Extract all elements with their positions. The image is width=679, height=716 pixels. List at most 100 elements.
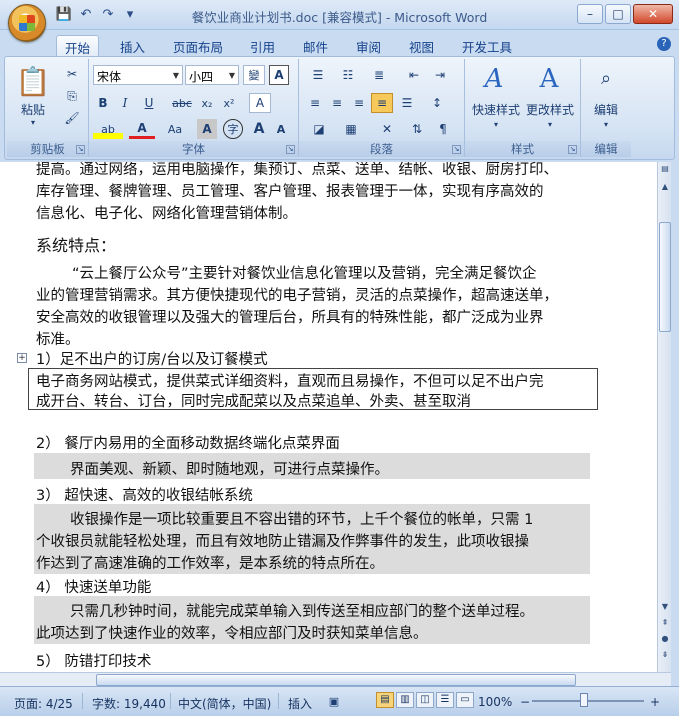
clipboard-launcher-icon[interactable]: ↘ [76,145,85,154]
section-heading: 系统特点： [36,236,117,255]
show-marks-icon[interactable]: ¶ [433,119,453,139]
quick-styles-icon[interactable]: A [479,63,509,95]
tab-page-layout[interactable]: 页面布局 [165,35,231,56]
multilevel-list-icon[interactable]: ≣ [365,65,393,85]
strikethrough-button[interactable]: abc [169,93,195,113]
chevron-down-icon[interactable]: ▾ [601,119,611,129]
help-icon[interactable]: ? [657,37,671,51]
change-styles-button[interactable]: 更改样式 [521,101,579,118]
minimize-button[interactable]: – [577,4,603,24]
tab-references[interactable]: 引用 [242,35,283,56]
maximize-button[interactable]: □ [605,4,631,24]
bold-button[interactable]: B [93,93,113,113]
list-item: 2） 餐厅内易用的全面移动数据终端化点菜界面 [36,436,340,452]
next-page-icon[interactable]: ⇟ [659,650,671,664]
copy-icon[interactable]: ⎘ [63,87,81,105]
scroll-up-icon[interactable]: ▲ [659,182,671,196]
numbering-icon[interactable]: ☷ [335,65,361,85]
insert-mode-indicator[interactable]: 插入 [288,695,312,712]
align-center-icon[interactable]: ≡ [327,93,347,113]
web-layout-icon[interactable]: ◫ [416,692,434,708]
zoom-in-button[interactable]: + [650,695,660,709]
tab-developer[interactable]: 开发工具 [454,35,520,56]
word-count[interactable]: 字数: 19,440 [92,695,166,712]
enclose-characters-button[interactable]: 字 [223,119,243,139]
distributed-icon[interactable]: ☰ [397,93,417,113]
char-border-button[interactable]: A [269,65,289,85]
asian-layout-icon[interactable]: ✕ [373,119,401,139]
paragraph-launcher-icon[interactable]: ↘ [452,145,461,154]
zoom-slider-track[interactable] [532,700,644,702]
font-launcher-icon[interactable]: ↘ [286,145,295,154]
outline-view-icon[interactable]: ☰ [436,692,454,708]
window-edge [671,162,679,672]
draft-view-icon[interactable]: ▭ [456,692,474,708]
hscroll-thumb[interactable] [96,674,576,686]
align-right-icon[interactable]: ≡ [349,93,369,113]
cut-icon[interactable]: ✂ [63,65,81,83]
clear-formatting-button[interactable]: A [249,93,271,113]
sort-icon[interactable]: ⇅ [407,119,427,139]
paste-icon[interactable]: 📋 [15,63,51,99]
phonetic-guide-button[interactable]: 變 [243,65,265,85]
font-name-combo[interactable]: 宋体 ▼ [93,65,183,85]
decrease-indent-icon[interactable]: ⇤ [403,65,425,85]
align-left-icon[interactable]: ≡ [305,93,325,113]
quick-styles-button[interactable]: 快速样式 [467,101,525,118]
office-button[interactable] [8,4,46,42]
binoculars-icon[interactable]: ⌕ [593,65,619,91]
font-color-button[interactable]: A [129,119,155,139]
styles-group-label: 样式 [465,141,580,157]
tab-home[interactable]: 开始 [56,35,100,56]
shading-icon[interactable]: ◪ [305,119,333,139]
previous-page-icon[interactable]: ⇞ [659,618,671,632]
line-spacing-icon[interactable]: ↕ [423,93,451,113]
scroll-down-icon[interactable]: ▼ [659,602,671,616]
tab-mailings[interactable]: 邮件 [295,35,336,56]
zoom-out-button[interactable]: − [520,695,530,709]
chevron-down-icon[interactable]: ▼ [170,66,182,84]
page-indicator[interactable]: 页面: 4/25 [14,695,73,712]
tab-insert[interactable]: 插入 [112,35,153,56]
horizontal-scrollbar[interactable] [0,672,671,686]
justify-icon[interactable]: ≡ [371,93,393,113]
select-browse-object-icon[interactable]: ● [659,634,671,648]
paste-button[interactable]: 粘贴 [11,101,55,118]
editing-button[interactable]: 编辑 [581,101,631,118]
bullets-icon[interactable]: ☰ [305,65,331,85]
borders-icon[interactable]: ▦ [337,119,365,139]
language-indicator[interactable]: 中文(简体，中国) [178,695,271,712]
grow-font-button[interactable]: A [249,119,269,139]
char-shading-button[interactable]: A [197,119,217,139]
chevron-down-icon[interactable]: ▼ [226,66,238,84]
full-screen-reading-icon[interactable]: ▥ [396,692,414,708]
superscript-button[interactable]: x² [219,93,239,113]
shrink-font-button[interactable]: A [271,119,291,139]
macro-record-icon[interactable]: ▣ [326,693,342,709]
tab-review[interactable]: 审阅 [348,35,389,56]
italic-button[interactable]: I [115,93,135,113]
font-group-label: 字体 [89,141,298,157]
vertical-scrollbar[interactable]: ▤ ▲ ▼ ⇞ ● ⇟ [657,162,671,672]
format-painter-icon[interactable]: 🖌 [63,109,81,127]
paste-dropdown-icon[interactable]: ▾ [27,117,39,127]
increase-indent-icon[interactable]: ⇥ [429,65,451,85]
tab-view[interactable]: 视图 [401,35,442,56]
ruler-toggle-icon[interactable]: ▤ [659,164,671,178]
scroll-thumb[interactable] [659,222,671,332]
zoom-level[interactable]: 100% [478,695,512,709]
table-move-handle-icon[interactable]: + [17,353,27,363]
subscript-button[interactable]: x₂ [197,93,217,113]
font-size-combo[interactable]: 小四 ▼ [185,65,239,85]
styles-launcher-icon[interactable]: ↘ [568,145,577,154]
zoom-slider-knob[interactable] [580,693,588,707]
underline-button[interactable]: U [137,93,161,113]
change-case-button[interactable]: Aa [161,119,189,139]
change-styles-icon[interactable]: A [533,63,565,95]
chevron-down-icon[interactable]: ▾ [545,119,555,129]
chevron-down-icon[interactable]: ▾ [491,119,501,129]
close-button[interactable]: ✕ [633,4,673,24]
highlight-button[interactable]: ab [93,119,123,139]
document-area[interactable]: 提高。通过网络，运用电脑操作，集预订、点菜、送单、结帐、收银、厨房打印、 库存管… [0,162,657,672]
print-layout-view-icon[interactable]: ▤ [376,692,394,708]
